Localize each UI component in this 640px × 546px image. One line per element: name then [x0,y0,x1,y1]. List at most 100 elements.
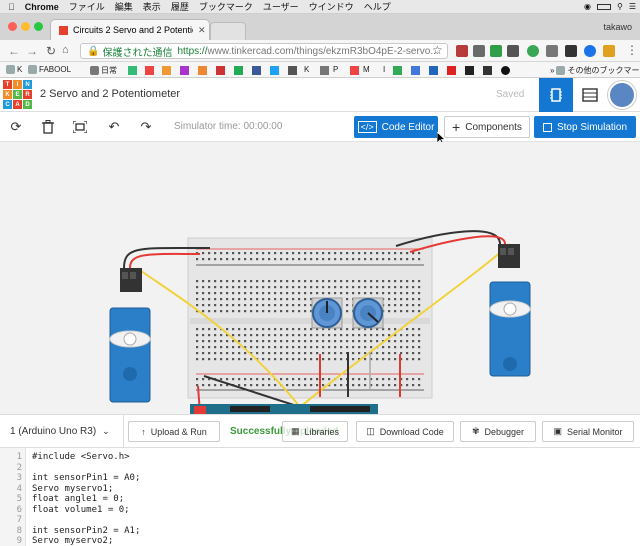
bookmark-favicon-icon[interactable] [252,66,261,75]
bookmark-favicon-icon[interactable] [128,66,137,75]
back-icon[interactable]: ← [8,44,20,58]
menu-file[interactable]: ファイル [69,0,105,13]
code-line[interactable]: Servo myservo1; [32,484,113,494]
battery-icon[interactable] [596,3,611,10]
menu-history[interactable]: 履歴 [171,0,189,13]
close-window-icon[interactable] [8,22,17,31]
extension-icon[interactable] [473,45,485,57]
bookmark-item[interactable]: P [333,65,338,74]
upload-run-button[interactable]: ↑ Upload & Run [128,421,220,442]
extension-icon[interactable] [527,45,539,57]
reload-icon[interactable]: ↻ [46,44,56,58]
menu-user[interactable]: ユーザー [263,0,299,13]
code-line[interactable]: float angle1 = 0; [32,494,124,504]
apple-icon[interactable]:  [8,2,15,12]
menu-help[interactable]: ヘルプ [364,0,391,13]
extension-icon[interactable] [584,45,596,57]
code-line[interactable]: int sensorPin1 = A0; [32,473,140,483]
bookmark-star-icon[interactable]: ☆ [432,43,443,57]
debugger-button[interactable]: ✾ Debugger [460,421,536,442]
bookmark-favicon-icon[interactable] [162,66,171,75]
bookmark-item[interactable]: I [383,65,385,74]
close-tab-icon[interactable]: ✕ [198,25,206,36]
wifi-icon[interactable]: ◉ [584,2,591,11]
libraries-button[interactable]: ▦ Libraries [282,421,348,442]
rotate-icon[interactable]: ⟳ [8,119,24,135]
menu-edit[interactable]: 編集 [115,0,133,13]
circuit-canvas[interactable] [0,142,640,414]
chrome-menu-icon[interactable]: ⋮ [626,43,638,57]
menu-window[interactable]: ウインドウ [309,0,354,13]
extension-icon[interactable] [565,45,577,57]
bookmark-favicon-icon[interactable] [447,66,456,75]
tab-active[interactable]: Circuits 2 Servo and 2 Potentio ✕ [50,19,210,40]
profile-name[interactable]: takawo [603,22,632,32]
bookmark-item[interactable]: 日常 [90,65,117,76]
arduino-board[interactable] [190,404,378,414]
bookmark-favicon-icon[interactable] [411,66,420,75]
project-title[interactable]: 2 Servo and 2 Potentiometer [40,88,180,100]
tinkercad-logo[interactable]: T I N K E R C A D [3,80,32,110]
bookmark-favicon-icon[interactable] [234,66,243,75]
extension-icon[interactable] [456,45,468,57]
menu-view[interactable]: 表示 [143,0,161,13]
menu-app-name[interactable]: Chrome [25,2,59,12]
zoom-window-icon[interactable] [34,22,43,31]
potentiometer[interactable] [311,297,343,329]
url-field[interactable]: 🔒 保護された通信 https:// www.tinkercad.com/thi… [80,43,448,59]
bookmark-favicon-icon[interactable] [393,66,402,75]
bookmark-favicon-icon[interactable] [180,66,189,75]
bookmark-favicon-icon[interactable] [429,66,438,75]
servo-motor[interactable] [489,244,531,377]
board-select[interactable]: 1 (Arduino Uno R3) ⌄ [0,415,124,448]
potentiometer[interactable] [352,297,384,329]
line-number: 3 [16,473,22,483]
redo-icon[interactable]: ↷ [138,119,154,135]
folder-icon [28,65,37,74]
bookmark-favicon-icon[interactable] [288,66,297,75]
code-line[interactable]: #include <Servo.h> [32,452,130,462]
minimize-window-icon[interactable] [21,22,30,31]
extension-icon[interactable] [603,45,615,57]
code-line[interactable]: int sensorPin2 = A1; [32,526,140,536]
servo-motor[interactable] [109,268,151,403]
extension-icon[interactable] [546,45,558,57]
fit-view-icon[interactable] [72,119,88,135]
bookmark-favicon-icon[interactable] [216,66,225,75]
serial-monitor-button[interactable]: ▣ Serial Monitor [542,421,634,442]
bookmark-favicon-icon[interactable] [320,66,329,75]
avatar[interactable] [608,81,636,109]
other-bookmarks[interactable]: » その他のブックマーク [550,65,640,76]
delete-icon[interactable] [40,119,56,135]
bookmark-favicon-icon[interactable] [501,66,510,75]
forward-icon[interactable]: → [26,44,38,58]
home-icon[interactable]: ⌂ [62,44,69,56]
bookmark-favicon-icon[interactable] [350,66,359,75]
bookmark-favicon-icon[interactable] [270,66,279,75]
bookmark-favicon-icon[interactable] [465,66,474,75]
undo-icon[interactable]: ↶ [106,119,122,135]
search-icon[interactable]: ⚲ [617,2,623,11]
stop-simulation-button[interactable]: Stop Simulation [534,116,636,138]
new-tab-button[interactable] [210,22,246,40]
bookmark-favicon-icon[interactable] [198,66,207,75]
menu-list-icon[interactable]: ☰ [629,2,636,11]
circuit-view-button[interactable] [539,78,573,112]
bookmark-favicon-icon[interactable] [483,66,492,75]
code-line[interactable]: float volume1 = 0; [32,505,130,515]
extension-icon[interactable] [490,45,502,57]
bookmark-item[interactable]: K [304,65,309,74]
bookmark-item[interactable]: FABOOL [28,65,71,74]
components-button[interactable]: + Components [444,116,530,138]
code-line[interactable]: Servo myservo2; [32,536,113,546]
bookmark-item[interactable]: K [6,65,22,74]
circuit-diagram[interactable] [0,142,640,414]
bookmark-favicon-icon[interactable] [145,66,154,75]
menu-bookmarks[interactable]: ブックマーク [199,0,253,13]
extension-icon[interactable] [507,45,519,57]
schematic-list-button[interactable] [575,78,605,112]
bookmark-item[interactable]: M [363,65,370,74]
code-editor[interactable]: 123456789 #include <Servo.h> int sensorPi… [0,448,640,546]
code-editor-button[interactable]: </> Code Editor [354,116,438,138]
download-code-button[interactable]: ◫ Download Code [356,421,454,442]
